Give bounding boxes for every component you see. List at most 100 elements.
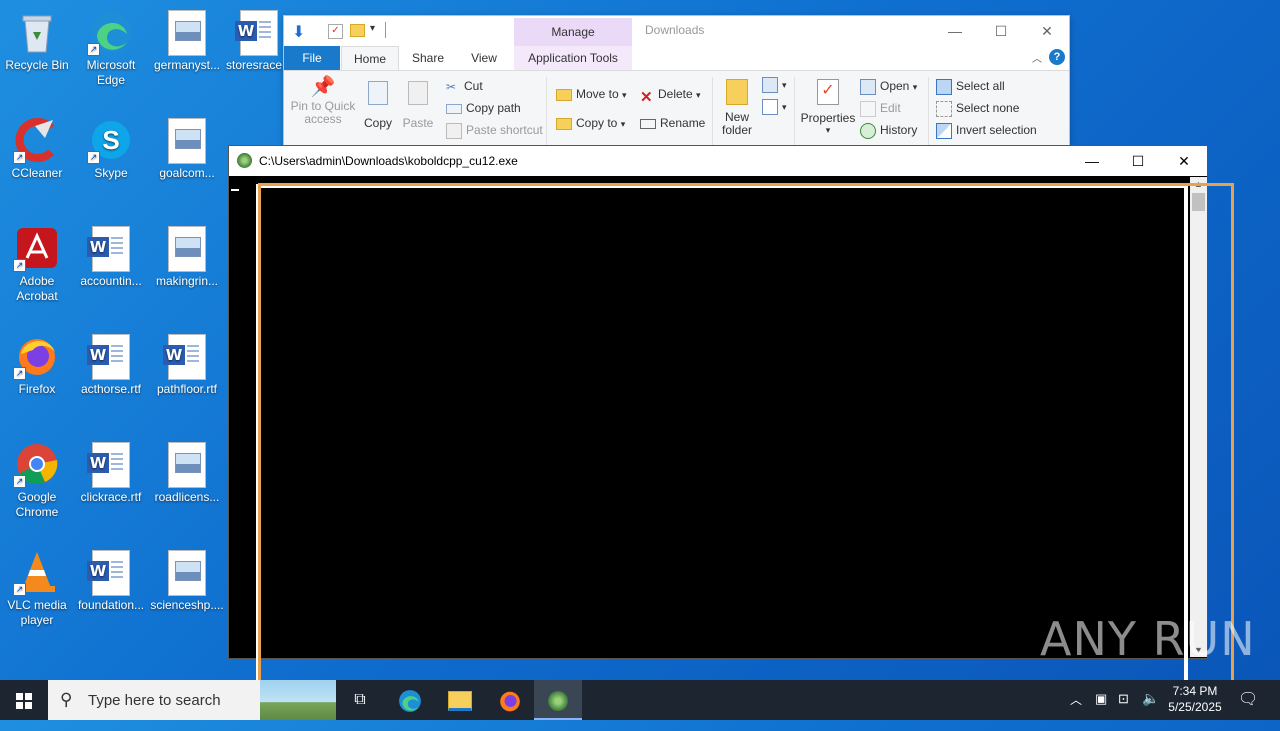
down-arrow-icon[interactable]: ⬇ (292, 22, 310, 41)
rename-label: Rename (660, 116, 706, 130)
new-folder-button[interactable]: New folder (718, 79, 756, 137)
window-title: Downloads (645, 23, 705, 37)
image-file-icon (165, 550, 209, 596)
collapse-ribbon-icon[interactable]: ︿ (1032, 50, 1042, 65)
task-view-icon[interactable]: ⧉ (336, 680, 384, 720)
paste-button[interactable]: Paste (402, 81, 434, 130)
select-none-button[interactable]: Select none (936, 101, 1019, 117)
minimize-button[interactable]: — (932, 16, 978, 46)
history-button[interactable]: History (860, 123, 917, 139)
desktop-icon-pathfloor[interactable]: W pathfloor.rtf (150, 334, 224, 397)
icon-label: clickrace.rtf (80, 490, 142, 504)
close-button[interactable]: ✕ (1161, 146, 1207, 176)
taskbar-search-box[interactable]: ⚲ Type here to search (48, 680, 336, 720)
easy-access-icon (762, 99, 778, 115)
desktop-icon-goalcom[interactable]: goalcom... (150, 118, 224, 181)
edit-button[interactable]: Edit (860, 101, 901, 117)
copy-button[interactable]: Copy (362, 81, 394, 130)
notifications-icon[interactable]: 🗨 (1238, 689, 1258, 729)
cut-button[interactable]: ✂ Cut (446, 79, 483, 94)
desktop-icon-firefox[interactable]: ↗ Firefox (0, 334, 74, 397)
new-item-icon (762, 77, 778, 93)
desktop-icon-germanyst[interactable]: germanyst... (150, 10, 224, 73)
desktop-icon-google-chrome[interactable]: ↗ Google Chrome (0, 442, 74, 520)
taskbar-clock[interactable]: 7:34 PM 5/25/2025 (1158, 683, 1232, 715)
delete-button[interactable]: ✕ Delete ▾ (640, 87, 701, 106)
tab-view[interactable]: View (456, 46, 512, 70)
icon-label: Google Chrome (15, 490, 59, 519)
icon-label: germanyst... (153, 58, 221, 72)
new-folder-icon[interactable] (350, 24, 365, 37)
desktop-icon-accountin[interactable]: W accountin... (74, 226, 148, 289)
paste-shortcut-button[interactable]: Paste shortcut (446, 123, 543, 139)
taskbar-edge-icon[interactable] (386, 680, 434, 720)
invert-selection-button[interactable]: Invert selection (936, 123, 1037, 139)
desktop-icon-vlc[interactable]: ↗ VLC media player (0, 550, 74, 628)
icon-label: roadlicens... (154, 490, 220, 504)
tab-file[interactable]: File (284, 46, 340, 70)
search-placeholder: Type here to search (88, 692, 221, 709)
chevron-down-icon: ▾ (782, 102, 787, 113)
clock-time: 7:34 PM (1172, 684, 1218, 698)
group-divider (546, 77, 547, 149)
text-cursor (231, 189, 239, 191)
desktop-icon-clickrace[interactable]: W clickrace.rtf (74, 442, 148, 505)
folder-icon (726, 79, 748, 105)
shortcut-arrow-icon: ↗ (87, 151, 100, 164)
chevron-down-icon[interactable]: ▾ (370, 23, 375, 34)
desktop-icon-makingrin[interactable]: makingrin... (150, 226, 224, 289)
open-button[interactable]: Open ▾ (860, 79, 917, 95)
tab-home[interactable]: Home (341, 46, 399, 71)
pin-to-quick-access-button[interactable]: 📌 Pin to Quick access (290, 77, 356, 126)
rename-icon (640, 118, 656, 129)
maximize-button[interactable]: ☐ (1115, 146, 1161, 176)
search-icon: ⚲ (60, 690, 73, 709)
desktop-icon-scienceshp[interactable]: scienceshp.... (150, 550, 224, 613)
properties-button[interactable]: ✓ Properties ▾ (798, 79, 858, 136)
file-explorer-window: ⬇ ✓ ▾ Manage Downloads — ☐ ✕ File Home S… (283, 15, 1070, 155)
vlc-cone-icon: ↗ (13, 550, 59, 596)
taskbar-file-explorer-icon[interactable] (436, 680, 484, 720)
paste-icon (408, 81, 428, 105)
copy-to-button[interactable]: Copy to ▾ (556, 116, 625, 130)
desktop-icon-roadlicens[interactable]: roadlicens... (150, 442, 224, 505)
edit-label: Edit (880, 101, 901, 116)
console-title: C:\Users\admin\Downloads\koboldcpp_cu12.… (259, 154, 518, 168)
anyrun-watermark: ANY RUN (1040, 612, 1256, 666)
svg-text:S: S (102, 125, 119, 155)
properties-check-icon[interactable]: ✓ (328, 24, 343, 39)
volume-icon[interactable]: 🔈 (1142, 690, 1159, 730)
close-button[interactable]: ✕ (1024, 16, 1070, 46)
copy-icon (368, 81, 388, 105)
start-button[interactable] (0, 680, 48, 720)
icon-label: goalcom... (159, 166, 215, 180)
maximize-button[interactable]: ☐ (978, 16, 1024, 46)
history-icon (860, 123, 876, 139)
ccleaner-icon: ↗ (13, 118, 59, 164)
move-to-button[interactable]: Move to ▾ (556, 87, 627, 101)
copy-path-button[interactable]: Copy path (446, 101, 521, 115)
desktop-icon-skype[interactable]: S ↗ Skype (74, 118, 148, 181)
desktop-icon-foundation[interactable]: W foundation... (74, 550, 148, 613)
desktop-icon-adobe-acrobat[interactable]: ↗ Adobe Acrobat (0, 226, 74, 304)
tab-share[interactable]: Share (400, 46, 456, 70)
select-all-button[interactable]: Select all (936, 79, 1005, 95)
desktop-icon-recycle-bin[interactable]: Recycle Bin (0, 10, 74, 73)
desktop-icon-edge[interactable]: ↗ Microsoft Edge (74, 10, 148, 88)
help-icon[interactable]: ? (1049, 49, 1065, 65)
desktop-icon-acthorse[interactable]: W acthorse.rtf (74, 334, 148, 397)
invert-selection-icon (936, 123, 952, 139)
tray-overflow-chevron-icon[interactable]: ︿ (1070, 691, 1082, 731)
rename-button[interactable]: Rename (640, 116, 705, 130)
taskbar-firefox-icon[interactable] (486, 680, 534, 720)
easy-access-button[interactable]: ▾ (762, 99, 787, 115)
desktop-icon-ccleaner[interactable]: ↗ CCleaner (0, 118, 74, 181)
new-item-button[interactable]: ▾ (762, 77, 787, 93)
taskbar-koboldcpp-icon[interactable] (534, 680, 582, 720)
word-document-icon: W (87, 334, 133, 380)
tab-manage[interactable]: Manage (514, 18, 632, 46)
network-icon[interactable]: ⊡ (1118, 691, 1129, 731)
meet-now-icon[interactable]: ▣ (1095, 691, 1107, 731)
minimize-button[interactable]: — (1069, 146, 1115, 176)
tab-application-tools[interactable]: Application Tools (514, 46, 632, 70)
